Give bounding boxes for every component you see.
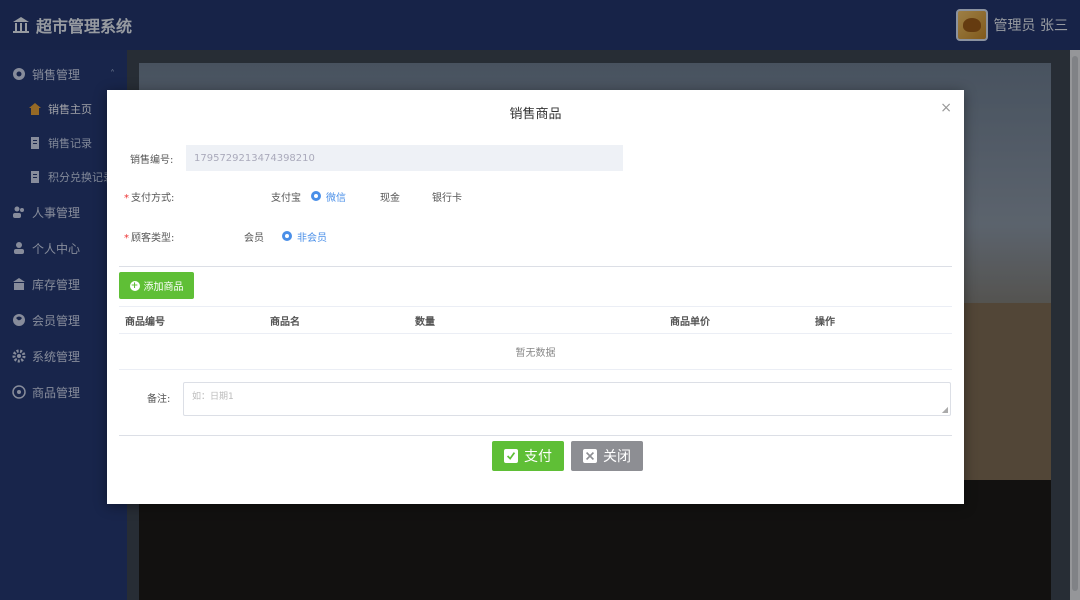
radio-member[interactable]: 会员 [244,229,264,244]
table-header: 商品编号 商品名 数量 商品单价 操作 [119,306,952,334]
pay-method-label: * 支付方式: [124,192,175,204]
table-empty-text: 暂无数据 [119,334,952,370]
divider [119,266,952,267]
customer-type-label: * 顾客类型: [124,232,175,244]
resize-handle-icon[interactable]: ◢ [942,405,948,414]
divider [119,435,952,436]
pay-button[interactable]: 支付 [492,441,564,471]
col-actions: 操作 [815,316,835,328]
modal-title: 销售商品 [509,107,562,122]
col-unit-price[interactable]: 商品单价 [664,313,809,328]
close-button[interactable]: 关闭 [571,441,643,471]
remark-label: 备注: [147,394,171,405]
radio-wechat[interactable]: 微信 [311,189,346,204]
sales-no-label: 销售编号: [130,154,174,166]
pay-method-radio-group: 支付宝 微信 现金 银行卡 [271,189,484,204]
plus-icon: + [129,280,140,291]
close-square-icon [583,449,597,463]
col-product-no[interactable]: 商品编号 [119,313,264,328]
add-product-label: 添加商品 [143,282,184,293]
remark-placeholder: 如：日期1 [192,392,234,402]
close-button-label: 关闭 [603,449,631,465]
radio-cash[interactable]: 现金 [380,189,400,204]
sell-product-modal: 销售商品 × 销售编号: 1795729213474398210 * 支付方式: … [107,90,964,504]
add-product-button[interactable]: + 添加商品 [119,272,194,299]
pay-button-label: 支付 [524,449,552,465]
radio-alipay[interactable]: 支付宝 [271,189,301,204]
col-product-name[interactable]: 商品名 [264,313,409,328]
col-quantity[interactable]: 数量 [409,313,664,328]
radio-non-member[interactable]: 非会员 [282,229,327,244]
check-square-icon [504,449,518,463]
remark-textarea[interactable]: 如：日期1 ◢ [183,382,951,416]
radio-bank-card[interactable]: 银行卡 [432,189,462,204]
products-table: 商品编号 商品名 数量 商品单价 操作 暂无数据 [119,306,952,370]
customer-type-radio-group: 会员 非会员 [244,229,349,244]
close-icon[interactable]: × [940,100,952,116]
sales-no-field: 1795729213474398210 [186,145,623,171]
